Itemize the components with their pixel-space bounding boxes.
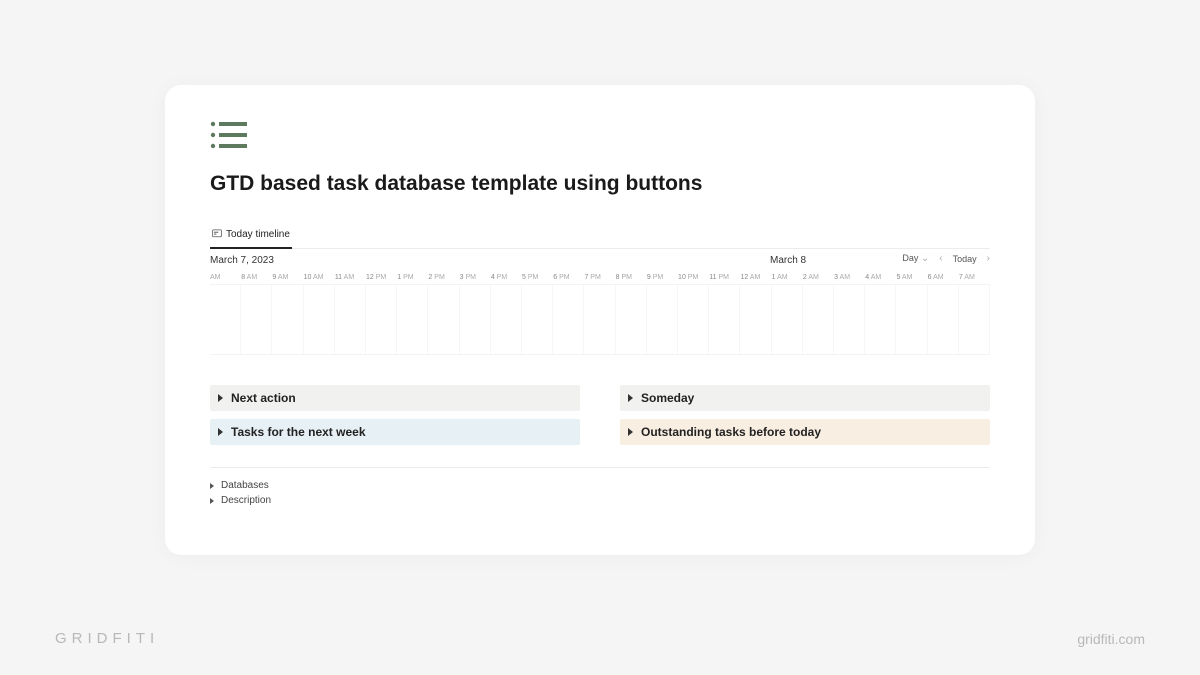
hour-label: 6 PM: [553, 274, 584, 281]
hour-label: 1 PM: [397, 274, 428, 281]
hour-label: 8 AM: [241, 274, 272, 281]
brand-logo-left: GRIDFITI: [55, 630, 159, 647]
toggle-arrow-icon: [628, 428, 633, 436]
grid-line: [304, 285, 335, 354]
hour-label: 4 PM: [491, 274, 522, 281]
toggle-label: Tasks for the next week: [231, 425, 366, 439]
timeline-controls: Day ⌄ ‹ Today ›: [902, 253, 990, 264]
hour-label: 6 AM: [928, 274, 959, 281]
timeline-icon: [212, 228, 222, 241]
timeline-date-secondary: March 8: [770, 255, 806, 266]
timeline-body[interactable]: [210, 285, 990, 355]
hour-label: 10 AM: [304, 274, 335, 281]
hour-label: 11 AM: [335, 274, 366, 281]
toggle-outstanding[interactable]: Outstanding tasks before today: [620, 419, 990, 445]
hour-label: 8 PM: [616, 274, 647, 281]
grid-line: [584, 285, 615, 354]
grid-line: [210, 285, 241, 354]
grid-line: [553, 285, 584, 354]
chevron-down-icon: ⌄: [921, 253, 929, 264]
grid-line: [335, 285, 366, 354]
timeline-header: March 7, 2023 March 8 Day ⌄ ‹ Today › AM…: [210, 249, 990, 285]
hour-label: 4 AM: [865, 274, 896, 281]
grid-line: [865, 285, 896, 354]
hour-label: 3 PM: [460, 274, 491, 281]
toggle-arrow-icon: [210, 498, 214, 504]
grid-line: [678, 285, 709, 354]
hour-label: 3 AM: [834, 274, 865, 281]
timeline-date-primary: March 7, 2023: [210, 255, 274, 266]
grid-line: [709, 285, 740, 354]
page-card: GTD based task database template using b…: [165, 85, 1035, 555]
grid-line: [460, 285, 491, 354]
grid-line: [491, 285, 522, 354]
hour-label: 7 PM: [584, 274, 615, 281]
toggle-label: Someday: [641, 391, 694, 405]
grid-line: [896, 285, 927, 354]
toggle-tasks-next-week[interactable]: Tasks for the next week: [210, 419, 580, 445]
toggle-label: Description: [221, 495, 271, 506]
toggle-arrow-icon: [210, 483, 214, 489]
hour-label: AM: [210, 274, 241, 281]
grid-line: [616, 285, 647, 354]
divider: [210, 467, 990, 468]
tab-today-timeline[interactable]: Today timeline: [210, 224, 292, 249]
grid-line: [428, 285, 459, 354]
page-title: GTD based task database template using b…: [210, 172, 990, 196]
toggle-someday[interactable]: Someday: [620, 385, 990, 411]
grid-line: [397, 285, 428, 354]
prev-button[interactable]: ‹: [939, 253, 942, 264]
grid-line: [272, 285, 303, 354]
hour-label: 10 PM: [678, 274, 709, 281]
hour-label: 2 AM: [803, 274, 834, 281]
brand-link-right: gridfiti.com: [1077, 631, 1145, 647]
hour-label: 12 AM: [740, 274, 771, 281]
toggle-databases[interactable]: Databases: [210, 478, 990, 493]
toggle-description[interactable]: Description: [210, 493, 990, 508]
hour-label: 9 PM: [647, 274, 678, 281]
grid-line: [522, 285, 553, 354]
toggle-label: Outstanding tasks before today: [641, 425, 821, 439]
page-list-icon: [210, 120, 990, 150]
grid-line: [366, 285, 397, 354]
view-select[interactable]: Day ⌄: [902, 253, 929, 264]
timeline-hour-row: AM8 AM9 AM10 AM11 AM12 PM1 PM2 PM3 PM4 P…: [210, 274, 990, 281]
toggle-next-action[interactable]: Next action: [210, 385, 580, 411]
hour-label: 2 PM: [428, 274, 459, 281]
hour-label: 12 PM: [366, 274, 397, 281]
grid-line: [834, 285, 865, 354]
toggle-label: Next action: [231, 391, 296, 405]
hour-label: 1 AM: [772, 274, 803, 281]
hour-label: 5 AM: [896, 274, 927, 281]
toggle-arrow-icon: [218, 394, 223, 402]
today-button[interactable]: Today: [953, 254, 977, 264]
grid-line: [928, 285, 959, 354]
hour-label: 11 PM: [709, 274, 740, 281]
grid-line: [772, 285, 803, 354]
grid-line: [241, 285, 272, 354]
section-grid: Next action Someday Tasks for the next w…: [210, 385, 990, 445]
next-button[interactable]: ›: [987, 253, 990, 264]
hour-label: 9 AM: [272, 274, 303, 281]
hour-label: 7 AM: [959, 274, 990, 281]
grid-line: [740, 285, 771, 354]
tab-label: Today timeline: [226, 229, 290, 240]
toggle-arrow-icon: [628, 394, 633, 402]
view-tabbar: Today timeline: [210, 224, 990, 249]
grid-line: [647, 285, 678, 354]
hour-label: 5 PM: [522, 274, 553, 281]
grid-line: [959, 285, 990, 354]
toggle-label: Databases: [221, 480, 269, 491]
toggle-arrow-icon: [218, 428, 223, 436]
grid-line: [803, 285, 834, 354]
